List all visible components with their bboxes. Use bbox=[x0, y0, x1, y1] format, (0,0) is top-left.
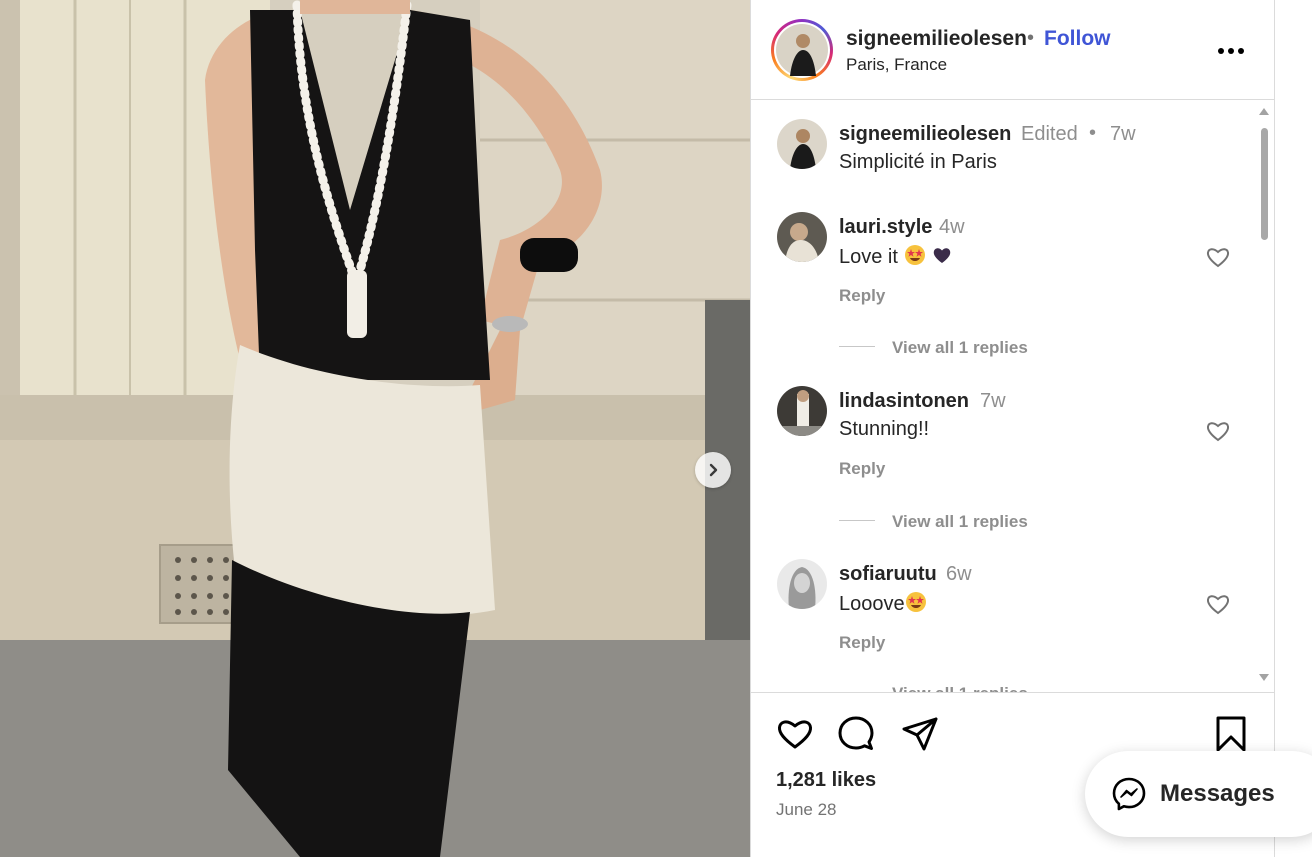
reply-button[interactable]: Reply bbox=[839, 459, 885, 479]
save-icon bbox=[1216, 716, 1246, 752]
purple-heart-emoji-icon bbox=[933, 248, 951, 263]
heart-outline-icon bbox=[1206, 422, 1230, 442]
replies-divider bbox=[839, 520, 875, 521]
comment-text-body: Looove bbox=[839, 593, 905, 615]
author-username[interactable]: signeemilieolesen bbox=[846, 27, 1027, 51]
avatar-image bbox=[777, 119, 827, 169]
avatar-image bbox=[777, 386, 827, 436]
comment-avatar[interactable] bbox=[777, 386, 827, 436]
star-struck-emoji-icon bbox=[905, 592, 926, 612]
like-icon bbox=[777, 720, 813, 749]
comment-time[interactable]: 4w bbox=[939, 216, 965, 239]
messenger-icon bbox=[1112, 777, 1146, 811]
likes-count[interactable]: 1,281 likes bbox=[776, 769, 876, 792]
comment-button[interactable] bbox=[837, 715, 875, 758]
avatar-image bbox=[777, 212, 827, 262]
comment-text: Looove bbox=[839, 591, 927, 616]
post-image bbox=[0, 0, 750, 857]
scroll-thumb[interactable] bbox=[1261, 128, 1268, 240]
caption-separator: • bbox=[1089, 122, 1097, 144]
view-replies-button[interactable]: View all 1 replies bbox=[892, 338, 1028, 358]
next-photo-button[interactable] bbox=[695, 452, 731, 488]
post-location[interactable]: Paris, France bbox=[846, 55, 947, 75]
comment-time[interactable]: 6w bbox=[946, 563, 972, 586]
post-date[interactable]: June 28 bbox=[776, 800, 837, 820]
comment-username[interactable]: lindasintonen bbox=[839, 390, 969, 413]
comment-text-body: Love it bbox=[839, 246, 898, 268]
heart-outline-icon bbox=[1206, 595, 1230, 615]
share-icon bbox=[902, 717, 938, 751]
messages-label: Messages bbox=[1160, 780, 1275, 807]
comment-text: Love it bbox=[839, 244, 953, 269]
caption-username[interactable]: signeemilieolesen bbox=[839, 123, 1011, 146]
avatar-image bbox=[777, 559, 827, 609]
comment-like-button[interactable] bbox=[1205, 592, 1231, 616]
share-button[interactable] bbox=[901, 716, 939, 757]
caption-edited: Edited bbox=[1021, 123, 1078, 145]
author-avatar[interactable] bbox=[771, 19, 833, 81]
reply-button[interactable]: Reply bbox=[839, 286, 885, 306]
heart-outline-icon bbox=[1206, 248, 1230, 268]
comment-username[interactable]: sofiaruutu bbox=[839, 563, 937, 586]
comment-icon bbox=[838, 716, 874, 750]
view-replies-button[interactable]: View all 1 replies bbox=[892, 512, 1028, 532]
comment-text: Stunning!! bbox=[839, 418, 930, 440]
post-photo bbox=[0, 0, 750, 857]
post-header: signeemilieolesen • Follow Paris, France bbox=[751, 0, 1274, 100]
caption-text: Simplicité in Paris bbox=[839, 151, 997, 173]
scroll-up-arrow-icon[interactable] bbox=[1259, 108, 1269, 115]
comments-scrollbar[interactable] bbox=[1257, 108, 1272, 686]
replies-divider bbox=[839, 346, 875, 347]
follow-button[interactable]: Follow bbox=[1044, 27, 1111, 51]
like-button[interactable] bbox=[776, 716, 814, 757]
scroll-down-arrow-icon[interactable] bbox=[1259, 674, 1269, 681]
view-replies-button[interactable]: View all 1 replies bbox=[892, 684, 1028, 692]
separator-dot: • bbox=[1027, 27, 1035, 49]
comment-username[interactable]: lauri.style bbox=[839, 216, 932, 239]
comment-like-button[interactable] bbox=[1205, 419, 1231, 443]
caption-avatar[interactable] bbox=[777, 119, 827, 169]
comment-avatar[interactable] bbox=[777, 212, 827, 262]
comment-avatar[interactable] bbox=[777, 559, 827, 609]
more-options-button[interactable] bbox=[1213, 35, 1249, 65]
comment-time[interactable]: 7w bbox=[980, 390, 1006, 413]
comments-list[interactable]: signeemilieolesen Edited • 7w Simplicité… bbox=[751, 100, 1259, 692]
post-panel: signeemilieolesen • Follow Paris, France… bbox=[750, 0, 1275, 857]
comment-like-button[interactable] bbox=[1205, 245, 1231, 269]
next-arrow-icon bbox=[709, 463, 718, 477]
messages-button[interactable]: Messages bbox=[1085, 751, 1312, 837]
more-options-icon bbox=[1218, 48, 1244, 54]
reply-button[interactable]: Reply bbox=[839, 633, 885, 653]
star-struck-emoji-icon bbox=[904, 245, 925, 265]
avatar-image bbox=[776, 24, 828, 76]
caption-time[interactable]: 7w bbox=[1110, 123, 1136, 146]
